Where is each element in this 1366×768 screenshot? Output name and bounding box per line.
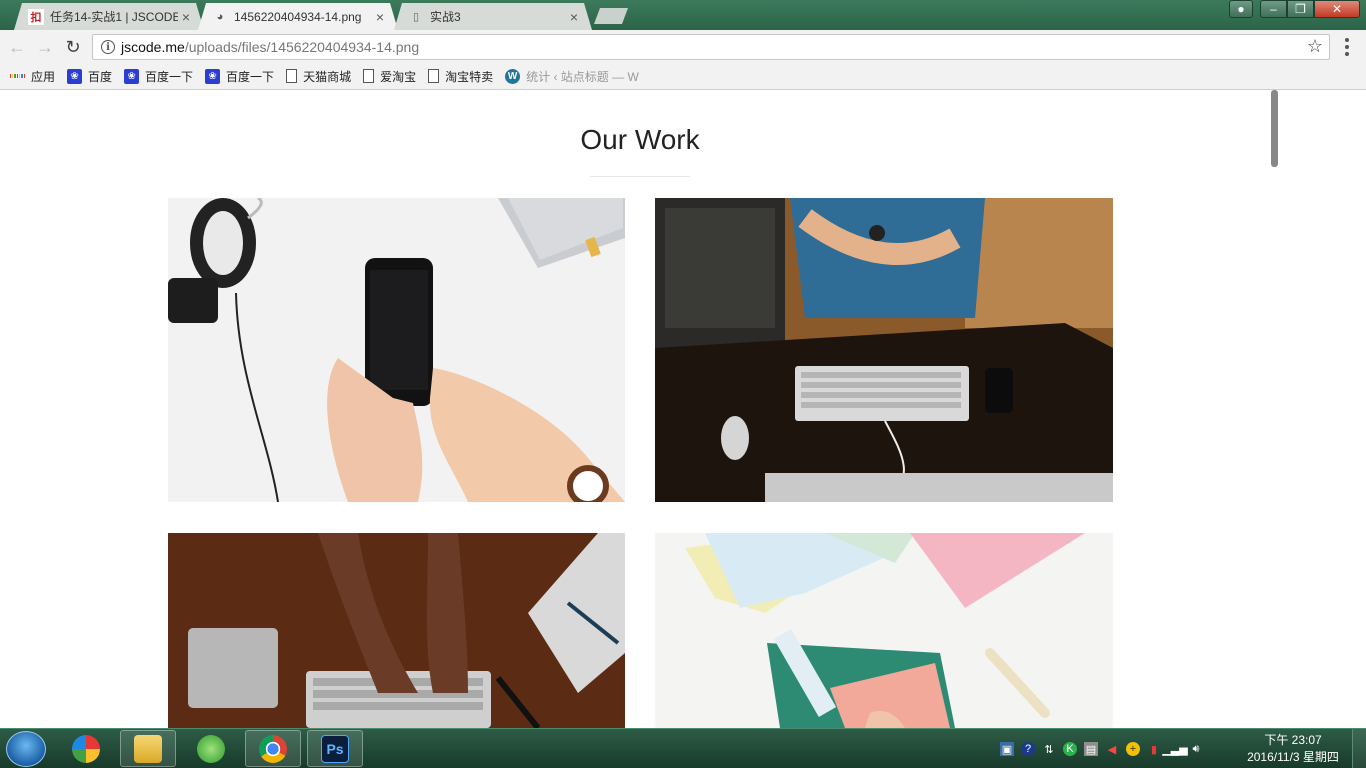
browser-360-icon <box>72 734 100 763</box>
bookmark-baidu[interactable]: ❀ 百度 <box>67 68 112 85</box>
tab-jscode[interactable]: 扣 任务14-实战1 | JSCODE × <box>14 3 204 30</box>
desk-photo <box>655 198 1113 502</box>
tab-close-icon[interactable]: × <box>178 9 194 25</box>
baidu-icon: ❀ <box>205 68 221 84</box>
start-button[interactable] <box>6 731 46 767</box>
minimize-button[interactable]: – <box>1260 0 1287 18</box>
page-icon <box>286 69 298 83</box>
bookmark-label: 百度 <box>88 69 113 84</box>
user-profile-button[interactable]: ● <box>1229 0 1253 18</box>
window-title-bar: 扣 任务14-实战1 | JSCODE × ◕ 1456220404934-14… <box>0 0 1366 30</box>
smartphone-photo <box>168 198 625 502</box>
taskbar-app-explorer[interactable] <box>120 730 176 767</box>
url-host: jscode.me <box>121 39 185 55</box>
bookmark-label: 应用 <box>31 69 56 84</box>
taskbar-app-photoshop[interactable]: Ps <box>307 730 363 767</box>
apps-icon <box>9 69 26 84</box>
work-image-smartphone <box>168 198 625 502</box>
site-info-icon[interactable]: i <box>101 40 115 54</box>
tab-close-icon[interactable]: × <box>372 9 388 25</box>
restore-button[interactable]: ❐ <box>1287 0 1314 18</box>
signal-tray-icon[interactable]: ▁▃▅ <box>1162 742 1187 756</box>
se-browser-icon <box>197 734 225 763</box>
network-tray-icon[interactable]: ▣ <box>1000 742 1014 756</box>
bookmark-label: 统计 ‹ 站点标题 — W <box>526 69 639 84</box>
bookmark-label: 百度一下 <box>226 69 275 84</box>
arrow-right-icon: → <box>36 36 54 57</box>
address-bar[interactable]: i jscode.me/uploads/files/1456220404934-… <box>92 34 1330 60</box>
image-favicon-icon: ◕ <box>216 10 224 23</box>
bookmarks-bar: 应用 ❀ 百度 ❀ 百度一下 ❀ 百度一下 天猫商城 爱淘宝 淘宝特卖 W 统计… <box>0 63 1366 90</box>
photoshop-icon: Ps <box>321 734 349 763</box>
page-favicon-icon: ▯ <box>412 11 420 23</box>
usb-tray-icon[interactable]: ▮ <box>1147 742 1161 756</box>
page-icon <box>363 69 375 83</box>
bookmark-tmall[interactable]: 天猫商城 <box>286 68 351 85</box>
bookmark-apps[interactable]: 应用 <box>9 68 56 85</box>
new-tab-button[interactable] <box>594 8 628 24</box>
tab-image[interactable]: ◕ 1456220404934-14.png × <box>198 3 398 30</box>
clock-date: 2016/11/3 星期四 <box>1247 750 1339 764</box>
tab-close-icon[interactable]: × <box>566 9 582 25</box>
wordpress-icon: W <box>505 68 521 84</box>
page-title: Our Work <box>580 124 700 155</box>
tab-label: 实战3 <box>430 10 461 24</box>
tab-label: 任务14-实战1 | JSCODE <box>50 10 178 24</box>
taskbar-app-360[interactable] <box>58 730 114 767</box>
chrome-icon <box>259 734 287 763</box>
arrow-left-icon: ← <box>8 36 26 57</box>
bookmark-star-icon[interactable]: ☆ <box>1307 36 1323 57</box>
show-desktop-button[interactable] <box>1352 729 1366 768</box>
tab-shizhan3[interactable]: ▯ 实战3 × <box>394 3 592 30</box>
shield-tray-icon[interactable]: + <box>1126 742 1140 756</box>
device-tray-icon[interactable]: ▤ <box>1084 742 1098 756</box>
bookmark-label: 淘宝特卖 <box>445 69 494 84</box>
page-viewport: Our Work <box>0 90 1366 728</box>
taskbar-app-chrome[interactable] <box>245 730 301 767</box>
bookmark-label: 百度一下 <box>145 69 194 84</box>
baidu-icon: ❀ <box>124 68 140 84</box>
windows-taskbar: Ps ▣ ? ⇅ K ▤ ◀ + ▮ ▁▃▅ 🔊︎ 下午 23:07 2016/… <box>0 728 1366 768</box>
close-window-button[interactable]: ✕ <box>1314 0 1360 18</box>
work-image-paper <box>655 533 1113 728</box>
restore-icon: ❐ <box>1295 2 1306 16</box>
title-divider <box>590 176 690 177</box>
page-icon <box>428 69 440 83</box>
reload-button[interactable]: ↻ <box>62 36 84 58</box>
bookmark-ai-taobao[interactable]: 爱淘宝 <box>363 68 416 85</box>
taskbar-clock[interactable]: 下午 23:07 2016/11/3 星期四 <box>1238 732 1348 766</box>
help-tray-icon[interactable]: ? <box>1021 742 1035 756</box>
taskbar-app-se-browser[interactable] <box>183 730 239 767</box>
minimize-icon: – <box>1270 2 1277 16</box>
chrome-menu-icon[interactable] <box>1340 38 1354 56</box>
bookmark-taobao-temai[interactable]: 淘宝特卖 <box>428 68 493 85</box>
bookmark-baidu-search-2[interactable]: ❀ 百度一下 <box>205 68 274 85</box>
speaker-alert-tray-icon[interactable]: ◀ <box>1105 742 1119 756</box>
baidu-icon: ❀ <box>67 68 83 84</box>
volume-icon[interactable]: 🔊︎ <box>1189 742 1203 756</box>
work-image-desk <box>655 198 1113 502</box>
bookmark-label: 爱淘宝 <box>380 69 417 84</box>
browser-toolbar: ← → ↻ i jscode.me/uploads/files/14562204… <box>0 30 1366 63</box>
user-icon: ● <box>1237 2 1245 16</box>
tab-label: 1456220404934-14.png <box>234 9 362 24</box>
clock-time: 下午 23:07 <box>1264 733 1322 747</box>
forward-button[interactable]: → <box>34 36 56 58</box>
file-explorer-icon <box>134 734 162 763</box>
reload-icon: ↻ <box>65 36 81 57</box>
bookmark-baidu-search[interactable]: ❀ 百度一下 <box>124 68 193 85</box>
url-path: /uploads/files/1456220404934-14.png <box>184 39 420 55</box>
scrollbar-thumb[interactable] <box>1271 90 1278 167</box>
typing-photo <box>168 533 625 728</box>
close-icon: ✕ <box>1331 2 1343 16</box>
jscode-favicon-icon: 扣 <box>28 9 44 25</box>
system-tray: ▣ ? ⇅ K ▤ ◀ + ▮ ▁▃▅ 🔊︎ <box>1000 729 1203 768</box>
bookmark-wordpress-stats[interactable]: W 统计 ‹ 站点标题 — W <box>505 68 639 85</box>
kaspersky-tray-icon[interactable]: K <box>1063 742 1077 756</box>
paper-photo <box>655 533 1113 728</box>
show-hidden-icons-icon[interactable]: ⇅ <box>1042 742 1056 756</box>
bookmark-label: 天猫商城 <box>303 69 352 84</box>
work-image-typing <box>168 533 625 728</box>
back-button[interactable]: ← <box>6 36 28 58</box>
